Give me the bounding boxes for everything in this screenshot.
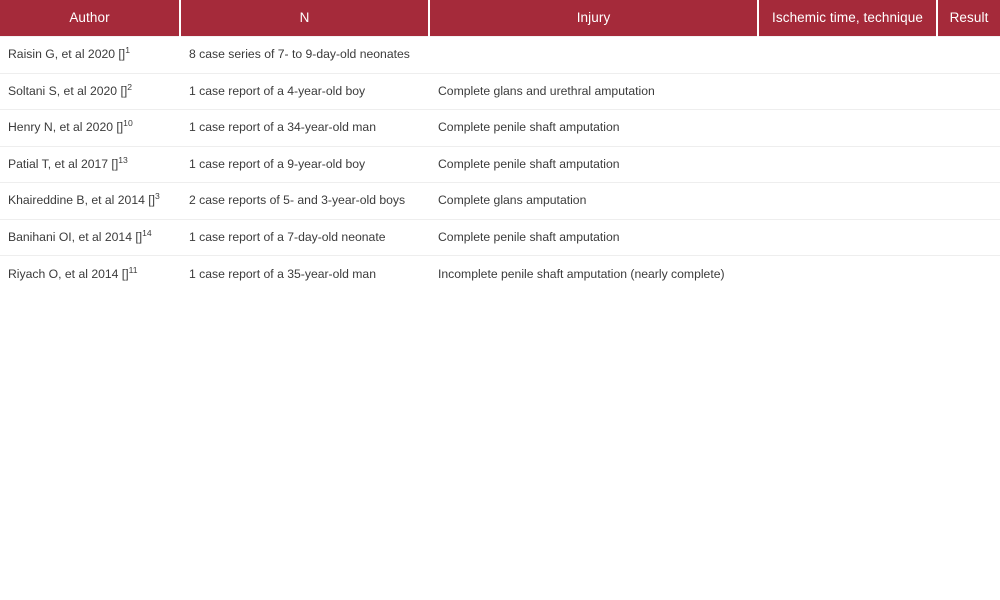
column-header-injury: Injury: [429, 0, 759, 37]
cell-injury: Complete penile shaft amputation: [429, 219, 758, 257]
cell-n: 8 case series of 7- to 9-day-old neonate…: [180, 36, 429, 74]
cell-author: Raisin G, et al 2020 []1: [0, 36, 180, 74]
cell-ischemic-time-technique: [758, 219, 937, 257]
cell-ischemic-time-technique: [758, 182, 937, 220]
cell-result: [937, 36, 1000, 74]
author-citation-link[interactable]: Henry N, et al 2020 []: [8, 120, 123, 134]
table-row: Soltani S, et al 2020 []2 1 case report o…: [0, 73, 1000, 111]
reference-superscript[interactable]: 3: [155, 191, 160, 201]
reference-superscript[interactable]: 13: [118, 155, 128, 165]
cell-injury: Complete glans amputation: [429, 182, 758, 220]
cell-author: Riyach O, et al 2014 []11: [0, 256, 180, 293]
cell-n: 2 case reports of 5- and 3-year-old boys: [180, 182, 429, 220]
cell-n: 1 case report of a 9-year-old boy: [180, 146, 429, 184]
reference-superscript[interactable]: 2: [127, 82, 132, 92]
cell-ischemic-time-technique: [758, 109, 937, 147]
column-header-author: Author: [0, 0, 181, 37]
cell-result: [937, 219, 1000, 257]
cell-injury: Complete penile shaft amputation: [429, 109, 758, 147]
cell-ischemic-time-technique: [758, 256, 937, 293]
table-row: Raisin G, et al 2020 []1 8 case series of…: [0, 36, 1000, 74]
column-header-n: N: [180, 0, 430, 37]
cell-result: [937, 146, 1000, 184]
cell-author: Soltani S, et al 2020 []2: [0, 73, 180, 111]
cell-ischemic-time-technique: [758, 146, 937, 184]
cell-result: [937, 182, 1000, 220]
reference-superscript[interactable]: 10: [123, 118, 133, 128]
cell-ischemic-time-technique: [758, 36, 937, 74]
reference-superscript[interactable]: 11: [129, 265, 138, 275]
cell-author: Banihani OI, et al 2014 []14: [0, 219, 180, 257]
table-row: Henry N, et al 2020 []10 1 case report of…: [0, 109, 1000, 147]
cell-n: 1 case report of a 7-day-old neonate: [180, 219, 429, 257]
cell-n: 1 case report of a 35-year-old man: [189, 266, 376, 281]
table-row: Patial T, et al 2017 []13 1 case report o…: [0, 146, 1000, 184]
cell-author: Henry N, et al 2020 []10: [0, 109, 180, 147]
table-body: Raisin G, et al 2020 []1 8 case series of…: [0, 36, 1000, 293]
author-citation-link[interactable]: Riyach O, et al 2014 []: [8, 267, 129, 281]
cell-result: [937, 256, 1000, 293]
cell-result: [937, 73, 1000, 111]
cell-injury: Complete glans and urethral amputation: [429, 73, 758, 111]
cell-author: Khaireddine B, et al 2014 []3: [0, 182, 180, 220]
author-citation-link[interactable]: Patial T, et al 2017 []: [8, 157, 118, 171]
cell-injury: Complete penile shaft amputation: [429, 146, 758, 184]
table-row: Banihani OI, et al 2014 []14 1 case repor…: [0, 219, 1000, 257]
cell-injury: Incomplete penile shaft amputation (near…: [438, 266, 725, 281]
table-header-row: Author N Injury Ischemic time, technique…: [0, 0, 1000, 37]
table-container: Author N Injury Ischemic time, technique…: [0, 0, 1000, 292]
reference-superscript[interactable]: 1: [125, 45, 130, 55]
case-reports-table: Author N Injury Ischemic time, technique…: [0, 0, 1000, 292]
author-citation-link[interactable]: Raisin G, et al 2020 []: [8, 47, 125, 61]
author-citation-link[interactable]: Soltani S, et al 2020 []: [8, 84, 127, 98]
cell-injury: [429, 36, 758, 74]
table-row: Khaireddine B, et al 2014 []3 2 case repo…: [0, 182, 1000, 220]
cell-n: 1 case report of a 4-year-old boy: [180, 73, 429, 111]
cell-result: [937, 109, 1000, 147]
column-header-result: Result: [949, 10, 989, 25]
reference-superscript[interactable]: 14: [142, 228, 152, 238]
cell-author: Patial T, et al 2017 []13: [0, 146, 180, 184]
author-citation-link[interactable]: Banihani OI, et al 2014 []: [8, 230, 142, 244]
author-citation-link[interactable]: Khaireddine B, et al 2014 []: [8, 193, 155, 207]
table-row: Riyach O, et al 2014 []11 1 case report o…: [0, 256, 1000, 293]
cell-ischemic-time-technique: [758, 73, 937, 111]
column-header-ischemic-time-technique: Ischemic time, technique: [758, 0, 938, 37]
cell-n: 1 case report of a 34-year-old man: [180, 109, 429, 147]
table-header: Author N Injury Ischemic time, technique…: [0, 0, 1000, 37]
